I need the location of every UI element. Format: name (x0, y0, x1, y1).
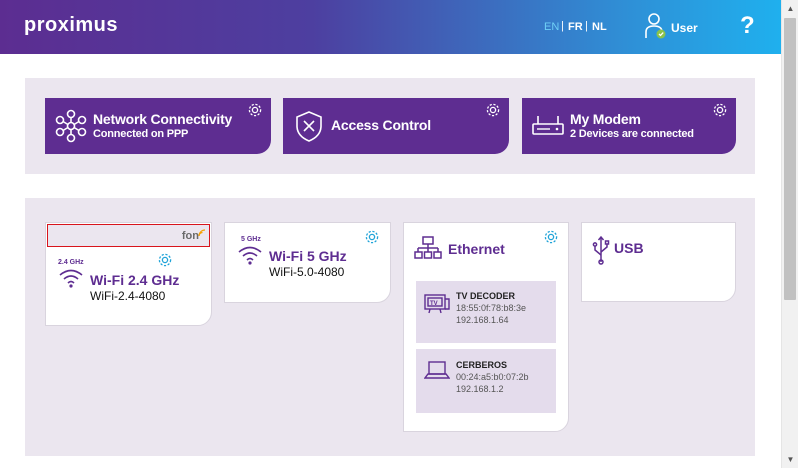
device-mac: 00:24:a5:b0:07:2b (456, 372, 529, 382)
ssid-label: WiFi-2.4-4080 (90, 289, 166, 303)
shield-icon (296, 111, 322, 142)
device-item[interactable]: CERBEROS 00:24:a5:b0:07:2b 192.168.1.2 (416, 349, 556, 413)
device-item[interactable]: TV TV DECODER 18:55:0f:78:b8:3e 192.168.… (416, 281, 556, 343)
header-bar: proximus EN | FR | NL User ? (0, 0, 781, 54)
network-icon (55, 109, 87, 143)
app-window: proximus EN | FR | NL User ? Network Con… (0, 0, 798, 468)
ssid-label: WiFi-5.0-4080 (269, 265, 345, 279)
card-ethernet[interactable]: Ethernet TV TV DECODER 18:55:0f:78:b8:3e… (403, 222, 569, 432)
lang-separator: | (585, 20, 588, 32)
tile-title: Network Connectivity (93, 111, 233, 127)
card-title: Wi-Fi 5 GHz (269, 248, 347, 264)
gear-icon[interactable] (364, 229, 380, 245)
gear-icon[interactable] (157, 252, 173, 268)
scroll-down-arrow-icon[interactable]: ▼ (782, 451, 798, 468)
band-badge: 5 GHz (241, 236, 261, 243)
usb-icon (592, 235, 610, 265)
vertical-scrollbar[interactable]: ▲ ▼ (781, 0, 798, 468)
tile-access-control[interactable]: Access Control (283, 98, 509, 154)
user-label[interactable]: User (671, 21, 698, 35)
device-name: TV DECODER (456, 291, 516, 301)
help-icon[interactable]: ? (740, 12, 755, 40)
lang-separator: | (561, 20, 564, 32)
lang-nl-link[interactable]: NL (592, 21, 607, 33)
tile-my-modem[interactable]: My Modem 2 Devices are connected (522, 98, 736, 154)
quick-access-panel: Network Connectivity Connected on PPP Ac… (25, 78, 755, 174)
ethernet-icon (414, 236, 442, 259)
card-usb[interactable]: USB (581, 222, 736, 302)
fon-signal-icon (198, 229, 206, 237)
band-badge: 2.4 GHz (58, 259, 84, 266)
gear-icon[interactable] (485, 102, 501, 118)
card-wifi-24[interactable]: fon 2.4 GHz Wi-Fi 2.4 GHz WiFi-2.4-4080 (45, 222, 212, 326)
card-wifi-5[interactable]: 5 GHz Wi-Fi 5 GHz WiFi-5.0-4080 (224, 222, 391, 303)
tile-subtitle: Connected on PPP (93, 128, 189, 140)
card-title: Wi-Fi 2.4 GHz (90, 272, 180, 288)
laptop-icon (424, 361, 450, 379)
gear-icon[interactable] (247, 102, 263, 118)
wifi-icon (238, 246, 262, 265)
tile-subtitle: 2 Devices are connected (570, 128, 694, 140)
card-title: Ethernet (448, 241, 505, 257)
fon-label: fon (181, 230, 199, 242)
user-icon[interactable] (644, 12, 668, 40)
device-ip: 192.168.1.64 (456, 315, 509, 325)
tile-title: Access Control (331, 117, 431, 133)
wifi-icon (59, 269, 83, 288)
lang-en-link[interactable]: EN (544, 21, 559, 33)
tile-title: My Modem (570, 111, 641, 127)
gear-icon[interactable] (543, 229, 559, 245)
tile-network-connectivity[interactable]: Network Connectivity Connected on PPP (45, 98, 271, 154)
proximus-logo[interactable]: proximus (24, 14, 118, 37)
svg-text:TV: TV (430, 301, 438, 307)
interfaces-panel: fon 2.4 GHz Wi-Fi 2.4 GHz WiFi-2.4-4080 (25, 198, 755, 456)
device-mac: 18:55:0f:78:b8:3e (456, 303, 527, 313)
device-name: CERBEROS (456, 360, 508, 370)
card-title: USB (614, 240, 644, 256)
gear-icon[interactable] (712, 102, 728, 118)
modem-icon (532, 116, 564, 135)
fon-banner[interactable]: fon (47, 224, 210, 247)
lang-fr-link[interactable]: FR (568, 21, 583, 33)
scroll-thumb[interactable] (784, 18, 796, 300)
tv-icon: TV (424, 294, 450, 314)
scroll-up-arrow-icon[interactable]: ▲ (782, 0, 798, 17)
device-ip: 192.168.1.2 (456, 384, 504, 394)
